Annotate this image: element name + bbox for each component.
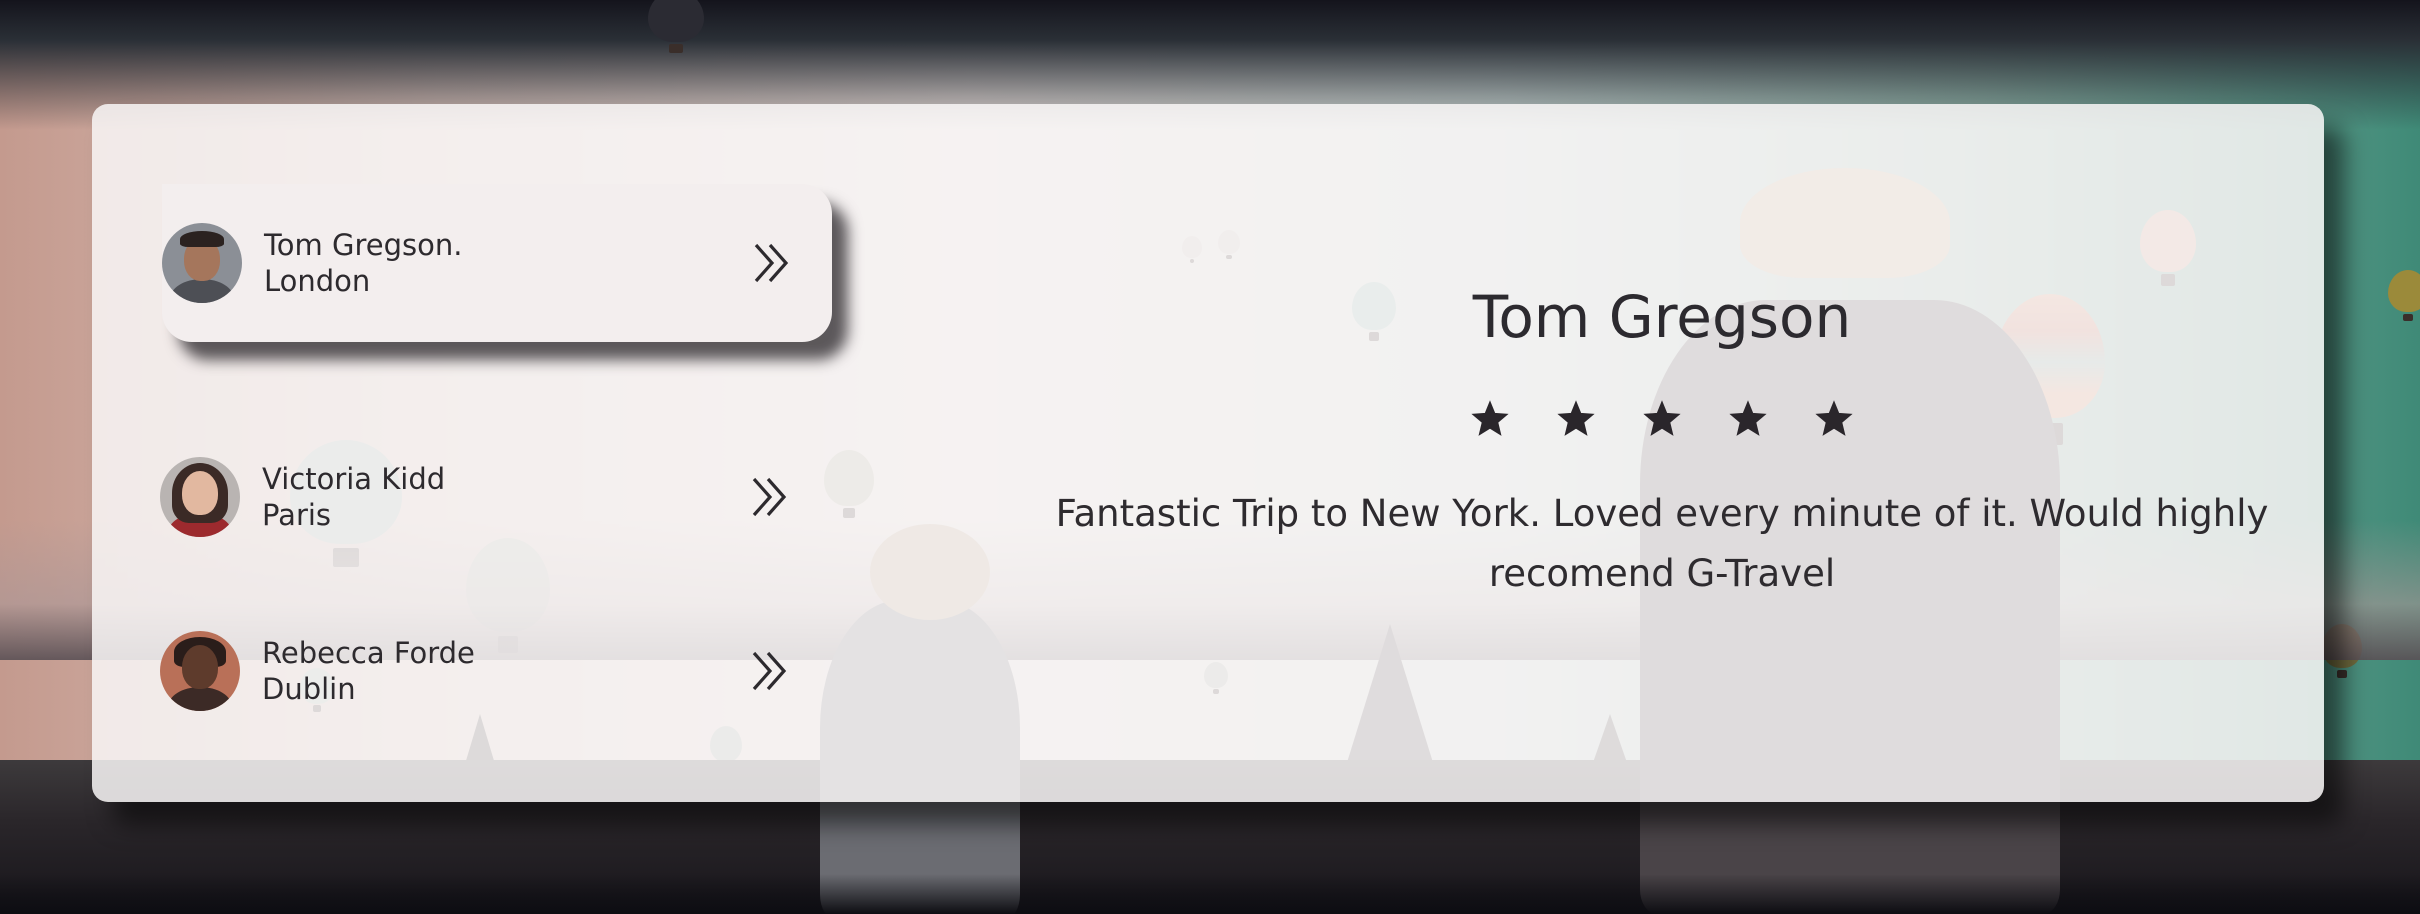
testimonial-card: Tom Gregson. London Victoria Kidd Paris: [92, 104, 2324, 802]
star-icon: [1643, 400, 1681, 436]
reviewer-name: Tom Gregson: [1472, 283, 1852, 351]
chevron-double-right-icon[interactable]: [750, 241, 794, 285]
testimonial-city: Paris: [262, 498, 332, 532]
avatar: [160, 631, 240, 711]
testimonial-item-rebecca-forde[interactable]: Rebecca Forde Dublin: [160, 592, 830, 750]
testimonial-item-text: Victoria Kidd Paris: [262, 461, 682, 533]
chevron-double-right-icon[interactable]: [748, 475, 792, 519]
avatar: [162, 223, 242, 303]
star-rating: [1012, 400, 2312, 438]
testimonial-item-text: Tom Gregson. London: [264, 227, 684, 299]
star-icon: [1815, 400, 1853, 436]
testimonial-city: Dublin: [262, 672, 356, 706]
chevron-double-right-icon[interactable]: [748, 649, 792, 693]
testimonial-name: Tom Gregson.: [264, 228, 463, 262]
testimonial-item-victoria-kidd[interactable]: Victoria Kidd Paris: [160, 418, 830, 576]
bottom-shade: [0, 874, 2420, 914]
testimonial-name: Rebecca Forde: [262, 636, 475, 670]
star-icon: [1471, 400, 1509, 436]
testimonial-name: Victoria Kidd: [262, 462, 446, 496]
testimonial-list: Tom Gregson. London Victoria Kidd Paris: [92, 104, 842, 802]
testimonial-detail: Tom Gregson Fantastic Trip to New York. …: [1012, 104, 2312, 802]
star-icon: [1729, 400, 1767, 436]
balloon-decoration: [648, 0, 704, 54]
testimonial-item-text: Rebecca Forde Dublin: [262, 635, 682, 707]
testimonial-city: London: [264, 264, 371, 298]
testimonial-item-tom-gregson[interactable]: Tom Gregson. London: [162, 184, 832, 342]
star-icon: [1557, 400, 1595, 436]
review-quote: Fantastic Trip to New York. Loved every …: [1055, 492, 2269, 595]
avatar: [160, 457, 240, 537]
balloon-decoration: [2388, 270, 2420, 322]
